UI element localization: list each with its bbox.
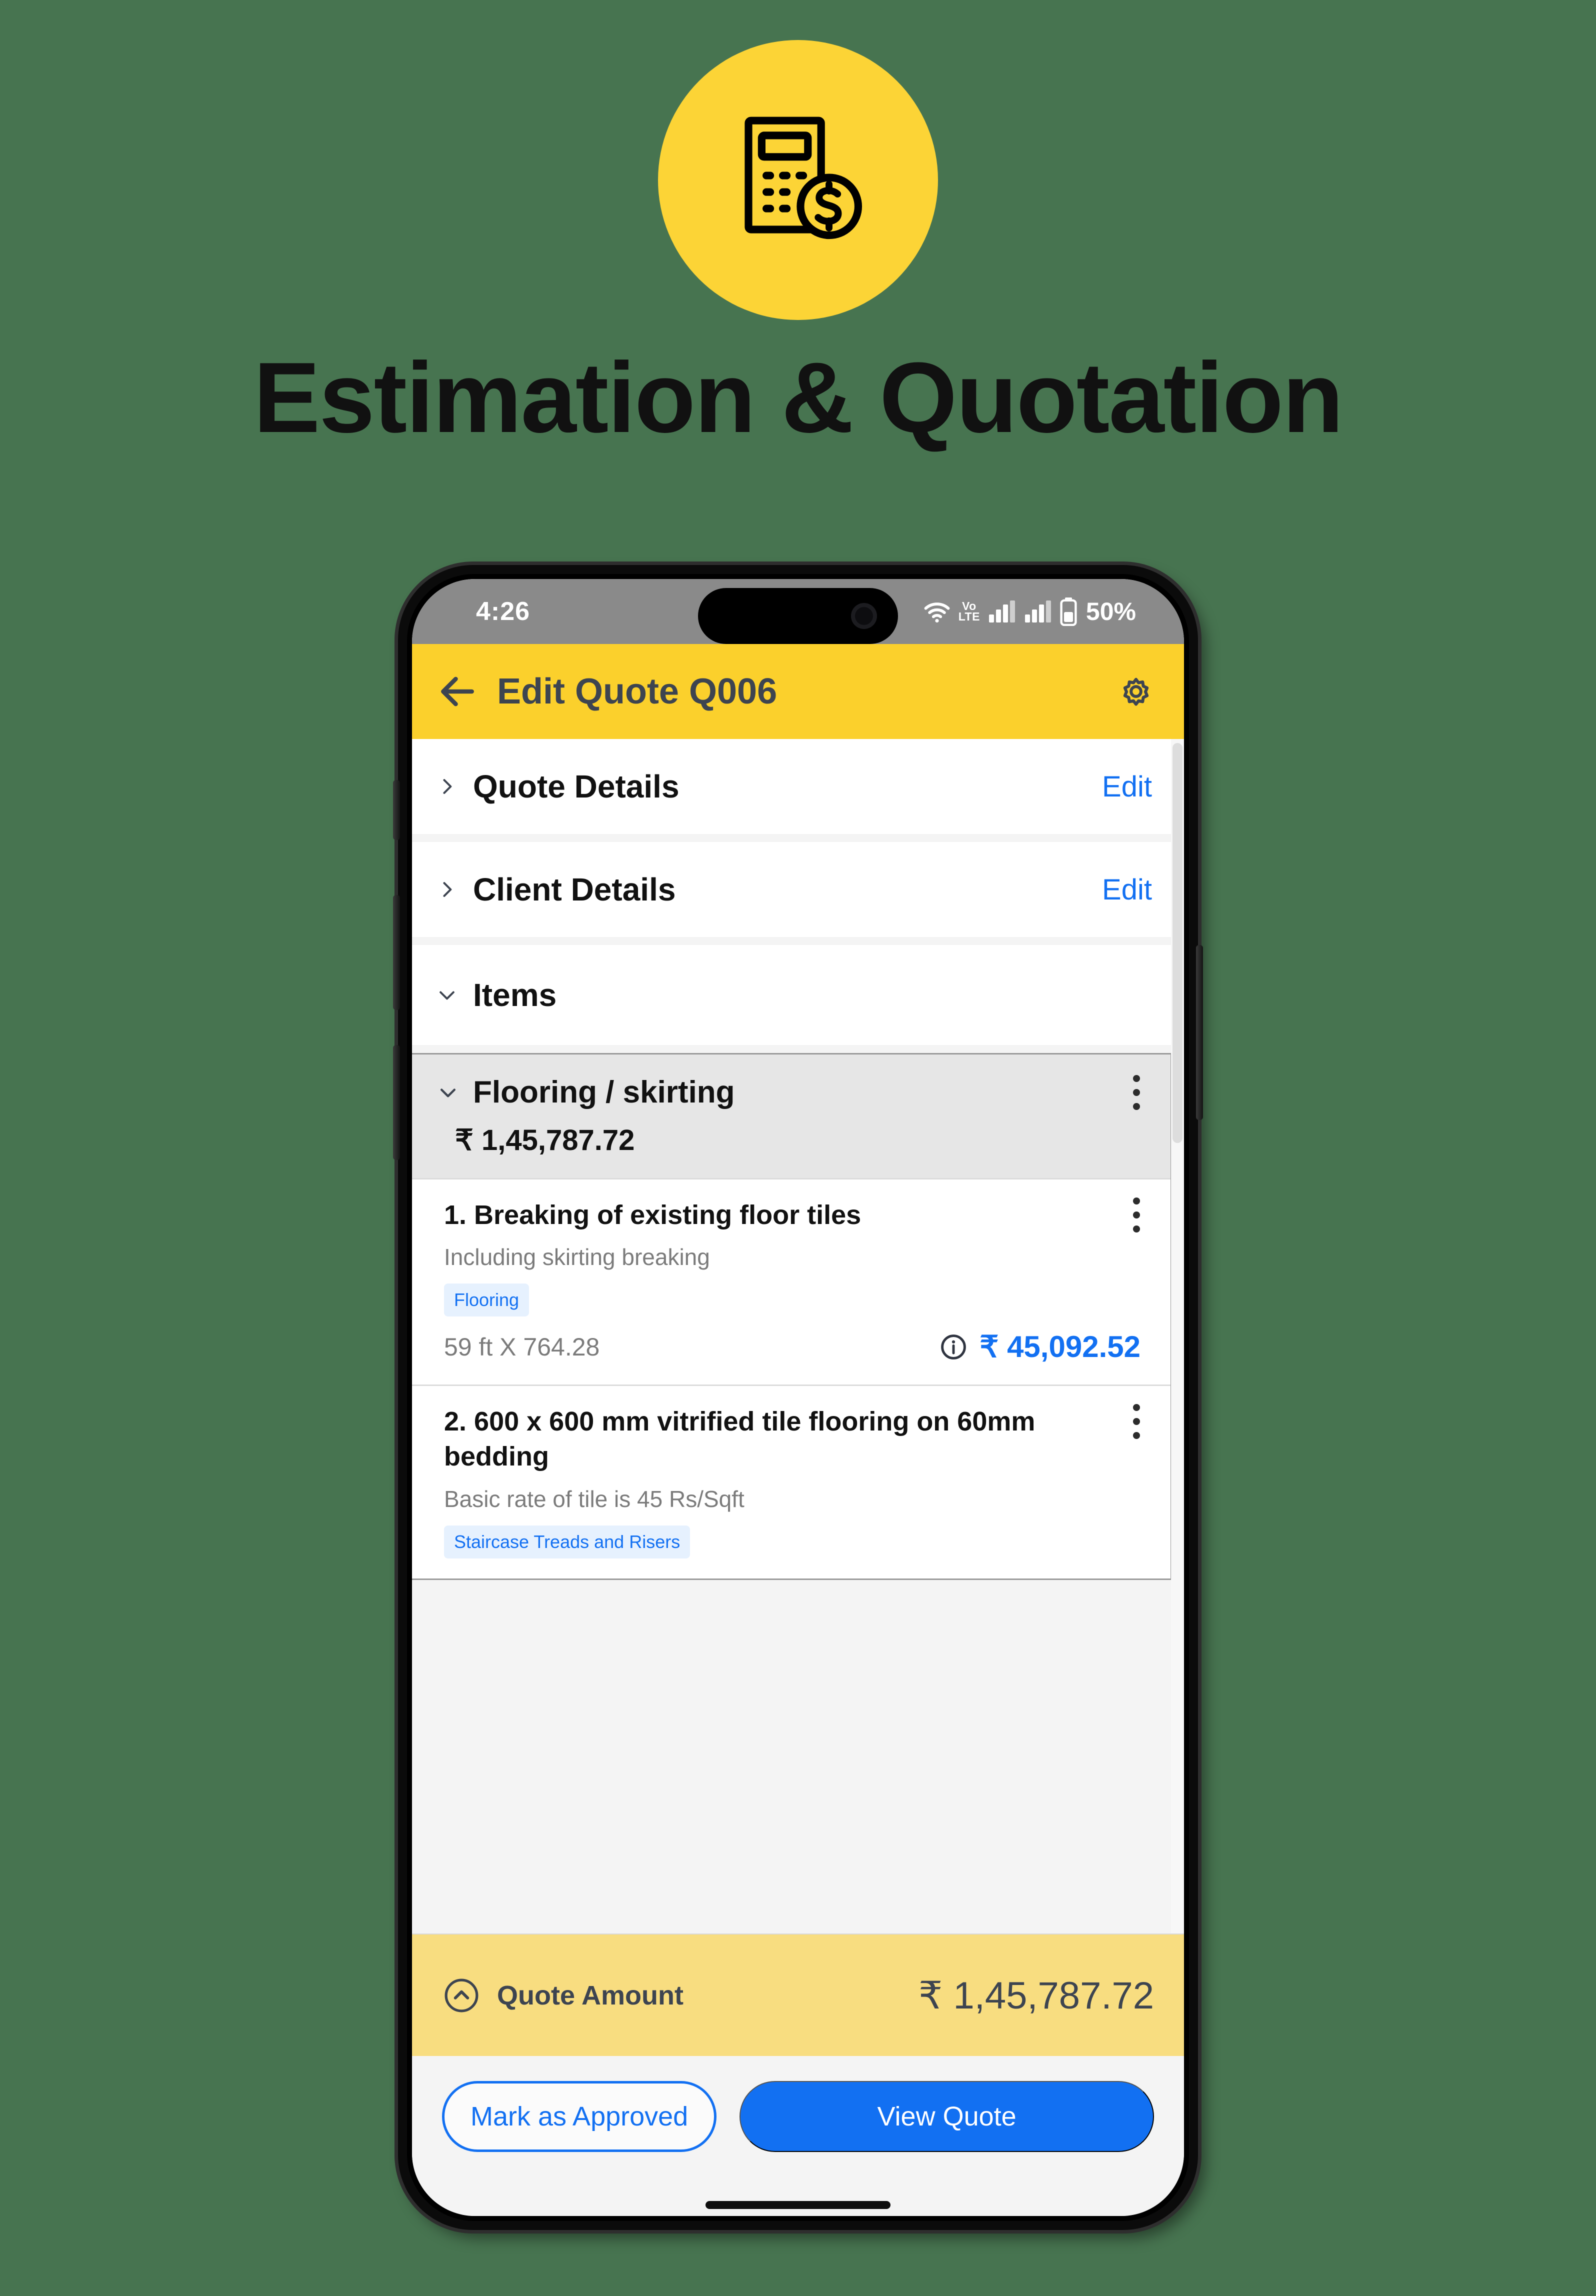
section-label: Quote Details xyxy=(473,768,680,804)
line-item-title: 1. Breaking of existing floor tiles xyxy=(444,1200,862,1230)
chevron-down-icon xyxy=(436,984,458,1006)
quote-amount-label: Quote Amount xyxy=(497,1980,684,2010)
wifi-icon xyxy=(924,600,950,623)
scroll-content[interactable]: Quote Details Edit Client Details Edit I… xyxy=(412,739,1184,1934)
line-item-quantity: 59 ft X 764.28 xyxy=(444,1333,600,1362)
section-quote-details[interactable]: Quote Details Edit xyxy=(412,739,1184,834)
signal-bars-icon xyxy=(1024,600,1052,623)
volume-down-button[interactable] xyxy=(393,1045,400,1160)
chevron-right-icon xyxy=(436,878,458,900)
section-client-details[interactable]: Client Details Edit xyxy=(412,842,1184,937)
volume-up-button[interactable] xyxy=(393,895,400,1010)
section-label: Items xyxy=(473,977,557,1013)
status-badge: Flooring xyxy=(444,1284,530,1317)
calculator-dollar-icon xyxy=(716,98,880,262)
info-icon[interactable] xyxy=(940,1333,968,1361)
edit-quote-details-link[interactable]: Edit xyxy=(1102,770,1152,804)
list-item[interactable]: 1. Breaking of existing floor tiles Incl… xyxy=(412,1178,1170,1384)
chevron-down-icon[interactable] xyxy=(437,1082,459,1104)
section-label: Client Details xyxy=(473,872,676,908)
app-header: Edit Quote Q006 xyxy=(412,644,1184,739)
silent-switch-button[interactable] xyxy=(393,780,400,840)
phone-mockup: 4:26 Vo LTE 50% Edit Quote Q006 Quote De… xyxy=(393,565,1203,2230)
power-button[interactable] xyxy=(1196,945,1203,1120)
battery-percent: 50% xyxy=(1086,598,1136,626)
status-badge: Staircase Treads and Risers xyxy=(444,1525,690,1558)
hero-icon-badge xyxy=(658,40,938,320)
quote-amount-value: ₹ 1,45,787.72 xyxy=(918,1974,1154,2017)
kebab-menu-icon[interactable] xyxy=(1132,1198,1140,1232)
scrollbar[interactable] xyxy=(1171,739,1184,1934)
front-camera-icon xyxy=(851,603,877,629)
dynamic-island xyxy=(698,588,898,644)
line-item-description: Basic rate of tile is 45 Rs/Sqft xyxy=(444,1486,744,1512)
battery-icon xyxy=(1060,597,1077,626)
item-group-title: Flooring / skirting xyxy=(473,1075,735,1110)
kebab-menu-icon[interactable] xyxy=(1132,1074,1140,1110)
volte-indicator: Vo LTE xyxy=(958,599,980,623)
signal-bars-icon xyxy=(988,600,1016,623)
status-indicators: Vo LTE 50% xyxy=(924,597,1136,626)
kebab-menu-icon[interactable] xyxy=(1132,1404,1140,1440)
mark-as-approved-button[interactable]: Mark as Approved xyxy=(442,2081,717,2152)
phone-bezel: 4:26 Vo LTE 50% Edit Quote Q006 Quote De… xyxy=(407,574,1189,2221)
view-quote-button[interactable]: View Quote xyxy=(740,2081,1154,2152)
status-time: 4:26 xyxy=(476,597,530,626)
status-bar: 4:26 Vo LTE 50% xyxy=(412,579,1184,644)
scrollbar-thumb[interactable] xyxy=(1172,743,1182,1143)
edit-client-details-link[interactable]: Edit xyxy=(1102,873,1152,906)
chevron-right-icon xyxy=(436,776,458,798)
home-indicator[interactable] xyxy=(706,2201,890,2209)
gear-icon[interactable] xyxy=(1117,672,1155,710)
hero-title: Estimation & Quotation xyxy=(253,342,1344,454)
item-group-card: Flooring / skirting ₹ 1,45,787.72 1. Bre… xyxy=(412,1053,1172,1580)
hero-banner: Estimation & Quotation xyxy=(0,0,1596,448)
line-item-price: ₹ 45,092.52 xyxy=(980,1330,1140,1364)
section-items[interactable]: Items xyxy=(412,945,1184,1045)
action-bar: Mark as Approved View Quote xyxy=(412,2056,1184,2216)
line-item-title: 2. 600 x 600 mm vitrified tile flooring … xyxy=(444,1406,1036,1472)
line-item-description: Including skirting breaking xyxy=(444,1244,710,1270)
item-group-total: ₹ 1,45,787.72 xyxy=(455,1124,635,1156)
chevron-up-circle-icon[interactable] xyxy=(443,1977,480,2014)
back-arrow-icon[interactable] xyxy=(436,670,479,713)
list-item[interactable]: 2. 600 x 600 mm vitrified tile flooring … xyxy=(412,1384,1170,1578)
page-title: Edit Quote Q006 xyxy=(497,672,778,712)
item-group-header[interactable]: Flooring / skirting ₹ 1,45,787.72 xyxy=(412,1054,1170,1178)
quote-amount-bar[interactable]: Quote Amount ₹ 1,45,787.72 xyxy=(412,1934,1184,2056)
phone-screen: 4:26 Vo LTE 50% Edit Quote Q006 Quote De… xyxy=(412,579,1184,2216)
